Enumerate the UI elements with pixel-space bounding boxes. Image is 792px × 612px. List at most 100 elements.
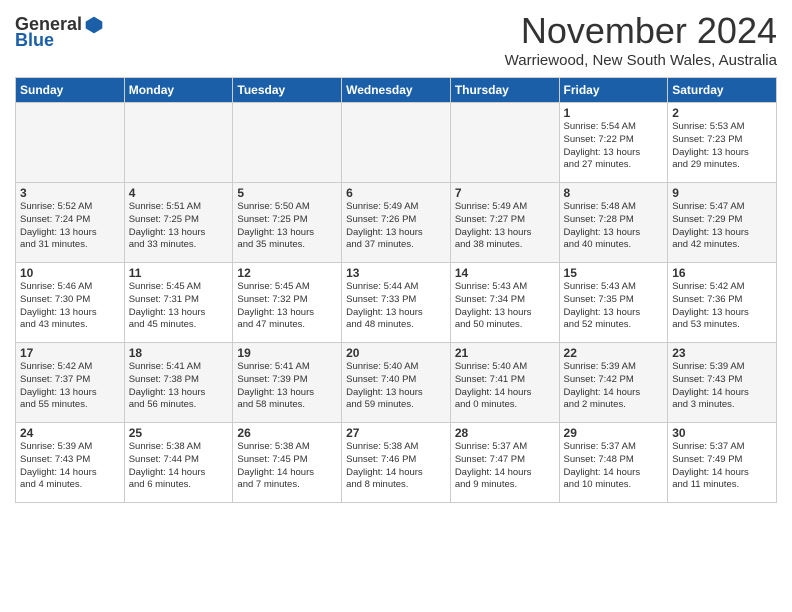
day-number: 12 — [237, 266, 337, 280]
day-number: 14 — [455, 266, 555, 280]
day-info: Sunrise: 5:42 AM Sunset: 7:37 PM Dayligh… — [20, 361, 120, 412]
day-info: Sunrise: 5:54 AM Sunset: 7:22 PM Dayligh… — [564, 121, 664, 172]
title-area: November 2024 Warriewood, New South Wale… — [505, 10, 777, 69]
calendar-cell: 14Sunrise: 5:43 AM Sunset: 7:34 PM Dayli… — [450, 263, 559, 343]
calendar-cell: 12Sunrise: 5:45 AM Sunset: 7:32 PM Dayli… — [233, 263, 342, 343]
day-number: 18 — [129, 346, 229, 360]
day-number: 11 — [129, 266, 229, 280]
calendar-cell: 20Sunrise: 5:40 AM Sunset: 7:40 PM Dayli… — [342, 343, 451, 423]
calendar-cell: 10Sunrise: 5:46 AM Sunset: 7:30 PM Dayli… — [16, 263, 125, 343]
calendar-cell: 26Sunrise: 5:38 AM Sunset: 7:45 PM Dayli… — [233, 423, 342, 503]
day-info: Sunrise: 5:46 AM Sunset: 7:30 PM Dayligh… — [20, 281, 120, 332]
calendar-cell: 23Sunrise: 5:39 AM Sunset: 7:43 PM Dayli… — [668, 343, 777, 423]
day-info: Sunrise: 5:37 AM Sunset: 7:47 PM Dayligh… — [455, 441, 555, 492]
day-header-friday: Friday — [559, 78, 668, 103]
day-info: Sunrise: 5:50 AM Sunset: 7:25 PM Dayligh… — [237, 201, 337, 252]
day-number: 10 — [20, 266, 120, 280]
day-header-monday: Monday — [124, 78, 233, 103]
calendar-cell: 29Sunrise: 5:37 AM Sunset: 7:48 PM Dayli… — [559, 423, 668, 503]
day-header-wednesday: Wednesday — [342, 78, 451, 103]
day-header-thursday: Thursday — [450, 78, 559, 103]
day-number: 27 — [346, 426, 446, 440]
calendar-table: SundayMondayTuesdayWednesdayThursdayFrid… — [15, 77, 777, 503]
header-row: SundayMondayTuesdayWednesdayThursdayFrid… — [16, 78, 777, 103]
day-info: Sunrise: 5:43 AM Sunset: 7:35 PM Dayligh… — [564, 281, 664, 332]
day-header-tuesday: Tuesday — [233, 78, 342, 103]
month-title: November 2024 — [505, 10, 777, 52]
day-info: Sunrise: 5:37 AM Sunset: 7:49 PM Dayligh… — [672, 441, 772, 492]
day-number: 8 — [564, 186, 664, 200]
calendar-cell: 22Sunrise: 5:39 AM Sunset: 7:42 PM Dayli… — [559, 343, 668, 423]
day-info: Sunrise: 5:42 AM Sunset: 7:36 PM Dayligh… — [672, 281, 772, 332]
calendar-cell: 13Sunrise: 5:44 AM Sunset: 7:33 PM Dayli… — [342, 263, 451, 343]
day-info: Sunrise: 5:49 AM Sunset: 7:26 PM Dayligh… — [346, 201, 446, 252]
day-info: Sunrise: 5:40 AM Sunset: 7:40 PM Dayligh… — [346, 361, 446, 412]
day-info: Sunrise: 5:53 AM Sunset: 7:23 PM Dayligh… — [672, 121, 772, 172]
day-number: 15 — [564, 266, 664, 280]
calendar-cell: 27Sunrise: 5:38 AM Sunset: 7:46 PM Dayli… — [342, 423, 451, 503]
day-info: Sunrise: 5:45 AM Sunset: 7:32 PM Dayligh… — [237, 281, 337, 332]
day-info: Sunrise: 5:39 AM Sunset: 7:43 PM Dayligh… — [20, 441, 120, 492]
day-number: 9 — [672, 186, 772, 200]
calendar-cell: 3Sunrise: 5:52 AM Sunset: 7:24 PM Daylig… — [16, 183, 125, 263]
day-info: Sunrise: 5:41 AM Sunset: 7:39 PM Dayligh… — [237, 361, 337, 412]
day-info: Sunrise: 5:37 AM Sunset: 7:48 PM Dayligh… — [564, 441, 664, 492]
calendar-cell: 30Sunrise: 5:37 AM Sunset: 7:49 PM Dayli… — [668, 423, 777, 503]
calendar-cell: 24Sunrise: 5:39 AM Sunset: 7:43 PM Dayli… — [16, 423, 125, 503]
logo-icon — [84, 15, 104, 35]
day-number: 5 — [237, 186, 337, 200]
day-info: Sunrise: 5:39 AM Sunset: 7:43 PM Dayligh… — [672, 361, 772, 412]
header: General Blue November 2024 Warriewood, N… — [15, 10, 777, 69]
day-info: Sunrise: 5:43 AM Sunset: 7:34 PM Dayligh… — [455, 281, 555, 332]
day-info: Sunrise: 5:45 AM Sunset: 7:31 PM Dayligh… — [129, 281, 229, 332]
calendar-cell: 9Sunrise: 5:47 AM Sunset: 7:29 PM Daylig… — [668, 183, 777, 263]
calendar-cell — [16, 103, 125, 183]
calendar-cell: 25Sunrise: 5:38 AM Sunset: 7:44 PM Dayli… — [124, 423, 233, 503]
day-info: Sunrise: 5:48 AM Sunset: 7:28 PM Dayligh… — [564, 201, 664, 252]
calendar-cell: 8Sunrise: 5:48 AM Sunset: 7:28 PM Daylig… — [559, 183, 668, 263]
day-number: 1 — [564, 106, 664, 120]
day-number: 29 — [564, 426, 664, 440]
day-number: 28 — [455, 426, 555, 440]
calendar-week-1: 1Sunrise: 5:54 AM Sunset: 7:22 PM Daylig… — [16, 103, 777, 183]
day-number: 26 — [237, 426, 337, 440]
day-number: 19 — [237, 346, 337, 360]
day-number: 7 — [455, 186, 555, 200]
day-header-sunday: Sunday — [16, 78, 125, 103]
day-header-saturday: Saturday — [668, 78, 777, 103]
calendar-cell: 4Sunrise: 5:51 AM Sunset: 7:25 PM Daylig… — [124, 183, 233, 263]
day-number: 2 — [672, 106, 772, 120]
day-info: Sunrise: 5:38 AM Sunset: 7:44 PM Dayligh… — [129, 441, 229, 492]
day-number: 21 — [455, 346, 555, 360]
logo: General Blue — [15, 15, 104, 51]
day-info: Sunrise: 5:38 AM Sunset: 7:46 PM Dayligh… — [346, 441, 446, 492]
calendar-week-3: 10Sunrise: 5:46 AM Sunset: 7:30 PM Dayli… — [16, 263, 777, 343]
calendar-cell: 17Sunrise: 5:42 AM Sunset: 7:37 PM Dayli… — [16, 343, 125, 423]
calendar-cell — [342, 103, 451, 183]
day-info: Sunrise: 5:40 AM Sunset: 7:41 PM Dayligh… — [455, 361, 555, 412]
day-number: 16 — [672, 266, 772, 280]
calendar-week-5: 24Sunrise: 5:39 AM Sunset: 7:43 PM Dayli… — [16, 423, 777, 503]
calendar-cell: 11Sunrise: 5:45 AM Sunset: 7:31 PM Dayli… — [124, 263, 233, 343]
main-container: General Blue November 2024 Warriewood, N… — [0, 0, 792, 508]
day-number: 22 — [564, 346, 664, 360]
calendar-cell: 16Sunrise: 5:42 AM Sunset: 7:36 PM Dayli… — [668, 263, 777, 343]
calendar-cell: 6Sunrise: 5:49 AM Sunset: 7:26 PM Daylig… — [342, 183, 451, 263]
day-info: Sunrise: 5:52 AM Sunset: 7:24 PM Dayligh… — [20, 201, 120, 252]
day-number: 25 — [129, 426, 229, 440]
day-number: 4 — [129, 186, 229, 200]
calendar-cell: 15Sunrise: 5:43 AM Sunset: 7:35 PM Dayli… — [559, 263, 668, 343]
day-number: 30 — [672, 426, 772, 440]
day-info: Sunrise: 5:44 AM Sunset: 7:33 PM Dayligh… — [346, 281, 446, 332]
day-info: Sunrise: 5:41 AM Sunset: 7:38 PM Dayligh… — [129, 361, 229, 412]
calendar-cell: 28Sunrise: 5:37 AM Sunset: 7:47 PM Dayli… — [450, 423, 559, 503]
day-info: Sunrise: 5:49 AM Sunset: 7:27 PM Dayligh… — [455, 201, 555, 252]
calendar-week-2: 3Sunrise: 5:52 AM Sunset: 7:24 PM Daylig… — [16, 183, 777, 263]
calendar-cell — [450, 103, 559, 183]
day-number: 6 — [346, 186, 446, 200]
day-info: Sunrise: 5:47 AM Sunset: 7:29 PM Dayligh… — [672, 201, 772, 252]
day-info: Sunrise: 5:51 AM Sunset: 7:25 PM Dayligh… — [129, 201, 229, 252]
calendar-cell — [233, 103, 342, 183]
calendar-cell — [124, 103, 233, 183]
day-number: 20 — [346, 346, 446, 360]
